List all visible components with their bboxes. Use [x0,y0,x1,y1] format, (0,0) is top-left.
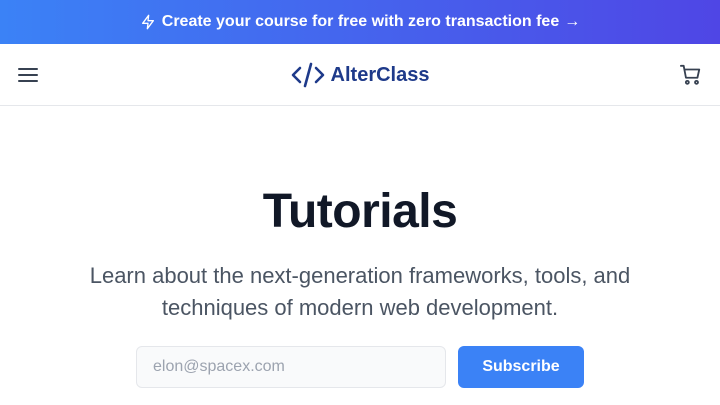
promo-text: Create your course for free with zero tr… [161,13,560,30]
code-brackets-icon [291,62,325,88]
arrow-right-icon: → [564,13,581,30]
hamburger-menu-icon[interactable] [16,63,40,87]
brand-logo[interactable]: AlterClass [280,44,440,106]
lightning-bolt-icon [140,13,156,31]
email-input[interactable] [136,346,446,388]
top-navbar: AlterClass [0,44,720,106]
brand-name: AlterClass [330,63,430,86]
page-subtitle: Learn about the next-generation framewor… [89,263,631,320]
subscribe-button[interactable]: Subscribe [458,346,584,388]
promo-banner[interactable]: Create your course for free with zero tr… [0,0,720,44]
page-title: Tutorials [262,185,458,238]
shopping-cart-icon[interactable] [678,62,704,88]
